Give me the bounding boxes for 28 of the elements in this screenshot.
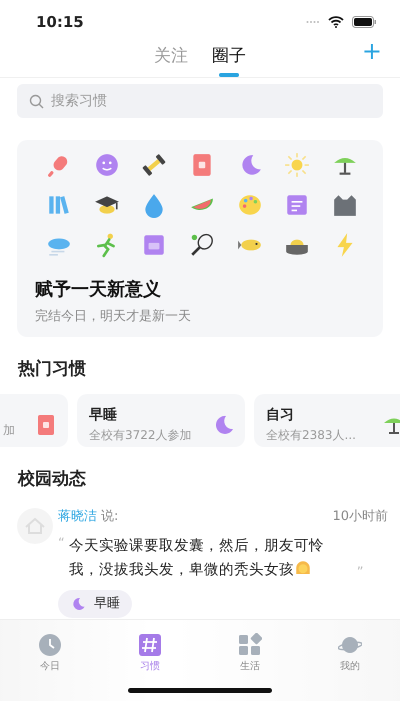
search-field[interactable]: 搜索习惯: [17, 84, 383, 118]
open-quote: “: [58, 535, 65, 553]
habit-name: 早睡: [89, 406, 118, 425]
habit-card[interactable]: 自习 全校有2383人...: [254, 394, 400, 447]
close-quote: ”: [356, 564, 364, 582]
tab-bar-item[interactable]: 生活: [200, 632, 300, 676]
habit-card[interactable]: 早睡 全校有3722人参加: [77, 394, 245, 447]
habit-participants: 加: [3, 422, 16, 438]
post-time: 10小时前: [332, 508, 388, 526]
habit-tag[interactable]: 早睡: [58, 590, 132, 618]
habit-participants: 全校有3722人参加: [89, 427, 193, 444]
habit-participants: 全校有2383人...: [266, 427, 357, 444]
section-title: 校园动态: [18, 468, 87, 491]
tab-bar-item[interactable]: 习惯: [100, 632, 200, 676]
add-button[interactable]: +: [356, 38, 388, 64]
banner-title: 赋予一天新意义: [35, 278, 162, 302]
habit-name: 自习: [266, 406, 295, 425]
tab-bar-item[interactable]: 今日: [0, 632, 100, 676]
tab[interactable]: 圈子: [208, 40, 250, 77]
status-time: 10:15: [36, 12, 84, 33]
tab[interactable]: 关注: [150, 40, 192, 77]
habit-card[interactable]: 加: [0, 394, 68, 447]
author-name[interactable]: 蒋晓洁: [58, 506, 97, 526]
post-text: 今天实验课要取发囊，然后，朋友可怜我，没拔我头发，卑微的秃头女孩: [68, 536, 325, 580]
banner-subtitle: 完结今日，明天才是新一天: [35, 308, 192, 326]
says-label: 说:: [101, 508, 118, 526]
section-title: 热门习惯: [18, 358, 87, 380]
tab-bar-item[interactable]: 我的: [300, 632, 400, 676]
